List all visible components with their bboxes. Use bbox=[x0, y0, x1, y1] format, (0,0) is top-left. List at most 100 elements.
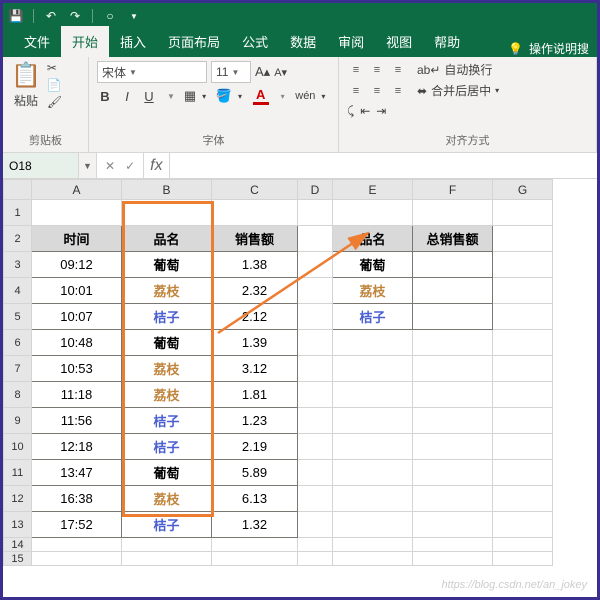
enter-icon[interactable]: ✓ bbox=[125, 159, 135, 173]
cell[interactable] bbox=[333, 460, 413, 486]
align-left-icon[interactable]: ≡ bbox=[347, 82, 365, 100]
cell[interactable] bbox=[333, 486, 413, 512]
align-bottom-icon[interactable]: ≡ bbox=[389, 61, 407, 79]
cell[interactable] bbox=[298, 512, 333, 538]
fill-color-button[interactable]: 🪣▾ bbox=[217, 87, 247, 105]
tab-file[interactable]: 文件 bbox=[13, 26, 61, 57]
merge-center-button[interactable]: ⬌合并后居中▾ bbox=[417, 82, 499, 99]
cell[interactable]: 桔子 bbox=[333, 304, 413, 330]
cell[interactable] bbox=[298, 408, 333, 434]
cell[interactable] bbox=[493, 460, 553, 486]
row-header[interactable]: 3 bbox=[4, 252, 32, 278]
cell[interactable]: 13:47 bbox=[32, 460, 122, 486]
row-header[interactable]: 5 bbox=[4, 304, 32, 330]
cell[interactable]: 10:07 bbox=[32, 304, 122, 330]
align-top-icon[interactable]: ≡ bbox=[347, 61, 365, 79]
cell[interactable]: 1.39 bbox=[212, 330, 298, 356]
row-header[interactable]: 6 bbox=[4, 330, 32, 356]
name-box-dropdown[interactable]: ▼ bbox=[79, 153, 97, 178]
cell[interactable] bbox=[298, 382, 333, 408]
orientation-icon[interactable]: ⤹ bbox=[347, 104, 354, 119]
cell[interactable] bbox=[298, 226, 333, 252]
cell[interactable] bbox=[333, 382, 413, 408]
cell[interactable] bbox=[212, 538, 298, 552]
tab-review[interactable]: 审阅 bbox=[327, 26, 375, 57]
wrap-text-button[interactable]: ab↵自动换行 bbox=[417, 61, 499, 78]
cell[interactable]: 桔子 bbox=[122, 304, 212, 330]
cell[interactable]: 葡萄 bbox=[333, 252, 413, 278]
cell[interactable]: 3.12 bbox=[212, 356, 298, 382]
tab-data[interactable]: 数据 bbox=[279, 26, 327, 57]
row-header[interactable]: 13 bbox=[4, 512, 32, 538]
row-header[interactable]: 11 bbox=[4, 460, 32, 486]
tab-insert[interactable]: 插入 bbox=[109, 26, 157, 57]
cell[interactable] bbox=[212, 552, 298, 566]
cell[interactable]: 葡萄 bbox=[122, 460, 212, 486]
cell[interactable]: 葡萄 bbox=[122, 252, 212, 278]
col-header[interactable]: G bbox=[493, 180, 553, 200]
triangle-icon[interactable]: ▼ bbox=[127, 9, 141, 23]
cell[interactable] bbox=[493, 382, 553, 408]
row-header[interactable]: 1 bbox=[4, 200, 32, 226]
col-header[interactable]: B bbox=[122, 180, 212, 200]
cell[interactable] bbox=[493, 330, 553, 356]
cell[interactable]: 桔子 bbox=[122, 408, 212, 434]
cell[interactable]: 2.32 bbox=[212, 278, 298, 304]
col-header[interactable]: F bbox=[413, 180, 493, 200]
cell[interactable] bbox=[212, 200, 298, 226]
tab-layout[interactable]: 页面布局 bbox=[157, 26, 231, 57]
cell[interactable] bbox=[493, 304, 553, 330]
fx-label[interactable]: fx bbox=[144, 153, 169, 178]
cell[interactable] bbox=[413, 200, 493, 226]
cell[interactable]: 1.23 bbox=[212, 408, 298, 434]
cell[interactable] bbox=[413, 356, 493, 382]
align-middle-icon[interactable]: ≡ bbox=[368, 61, 386, 79]
cell[interactable]: 销售额 bbox=[212, 226, 298, 252]
tell-me[interactable]: 💡 操作说明搜 bbox=[508, 40, 597, 57]
cell[interactable] bbox=[298, 486, 333, 512]
cell[interactable]: 荔枝 bbox=[122, 278, 212, 304]
phonetic-button[interactable]: wén▾ bbox=[297, 87, 330, 105]
cell[interactable]: 品名 bbox=[122, 226, 212, 252]
select-all-corner[interactable] bbox=[4, 180, 32, 200]
cut-icon[interactable]: ✂ bbox=[47, 61, 62, 75]
row-header[interactable]: 14 bbox=[4, 538, 32, 552]
format-painter-icon[interactable]: 🖌 bbox=[47, 95, 62, 109]
row-header[interactable]: 2 bbox=[4, 226, 32, 252]
bold-button[interactable]: B bbox=[97, 87, 113, 105]
col-header[interactable]: E bbox=[333, 180, 413, 200]
row-header[interactable]: 9 bbox=[4, 408, 32, 434]
cell[interactable] bbox=[298, 552, 333, 566]
cancel-icon[interactable]: ✕ bbox=[105, 159, 115, 173]
cell[interactable] bbox=[32, 200, 122, 226]
cell[interactable] bbox=[333, 512, 413, 538]
cell[interactable]: 时间 bbox=[32, 226, 122, 252]
cell[interactable]: 17:52 bbox=[32, 512, 122, 538]
cell[interactable]: 总销售额 bbox=[413, 226, 493, 252]
cell[interactable] bbox=[413, 304, 493, 330]
cell[interactable] bbox=[493, 512, 553, 538]
name-box[interactable]: O18 bbox=[3, 153, 79, 178]
cell[interactable]: 桔子 bbox=[122, 512, 212, 538]
cell[interactable] bbox=[413, 278, 493, 304]
formula-input[interactable] bbox=[170, 153, 597, 178]
tab-view[interactable]: 视图 bbox=[375, 26, 423, 57]
tab-help[interactable]: 帮助 bbox=[423, 26, 471, 57]
cell[interactable]: 16:38 bbox=[32, 486, 122, 512]
cell[interactable] bbox=[32, 538, 122, 552]
cell[interactable] bbox=[493, 278, 553, 304]
undo-icon[interactable]: ↶ bbox=[44, 9, 58, 23]
cell[interactable] bbox=[122, 552, 212, 566]
border-button[interactable]: ▦▾ bbox=[185, 87, 211, 105]
cell[interactable]: 2.19 bbox=[212, 434, 298, 460]
cell[interactable] bbox=[298, 460, 333, 486]
cell[interactable]: 葡萄 bbox=[122, 330, 212, 356]
cell[interactable]: 09:12 bbox=[32, 252, 122, 278]
cell[interactable] bbox=[298, 330, 333, 356]
cell[interactable]: 荔枝 bbox=[333, 278, 413, 304]
cell[interactable] bbox=[413, 434, 493, 460]
cell[interactable] bbox=[413, 408, 493, 434]
cell[interactable]: 品名 bbox=[333, 226, 413, 252]
cell[interactable]: 10:01 bbox=[32, 278, 122, 304]
cell[interactable] bbox=[122, 200, 212, 226]
